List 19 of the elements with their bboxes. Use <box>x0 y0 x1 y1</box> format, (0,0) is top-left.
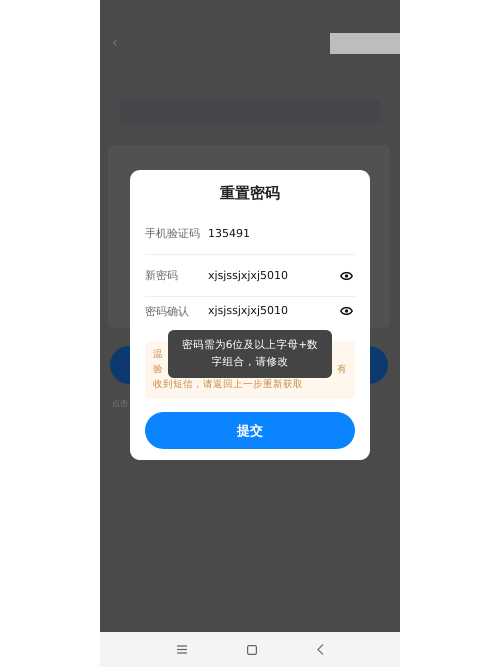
field-label: 手机验证码 <box>145 226 201 241</box>
header-block <box>330 32 400 54</box>
dialog-title: 重置密码 <box>219 184 281 203</box>
menu-icon[interactable] <box>176 645 186 654</box>
input-field[interactable]: 135491 <box>208 227 355 240</box>
toast-message: 密码需为6位及以上字母+数字组合，请修改 <box>168 330 332 378</box>
tip-text: 验 <box>153 363 163 377</box>
home-icon[interactable] <box>246 644 256 654</box>
eye-icon[interactable] <box>340 306 353 316</box>
input-field[interactable]: xjsjssjxjxj5010 <box>208 269 340 282</box>
eye-icon[interactable] <box>340 270 353 280</box>
field-label: 密码确认 <box>145 304 190 319</box>
field-label: 新密码 <box>145 268 179 283</box>
tip-text: 有 <box>337 363 347 377</box>
tip-text: 收到短信，请返回上一步重新获取 <box>153 378 303 392</box>
tip-text: 温 <box>153 348 163 362</box>
input-field[interactable]: xjsjssjxjxj5010 <box>208 304 340 317</box>
submit-button[interactable]: 提交 <box>145 412 355 449</box>
back-icon[interactable] <box>316 644 324 655</box>
